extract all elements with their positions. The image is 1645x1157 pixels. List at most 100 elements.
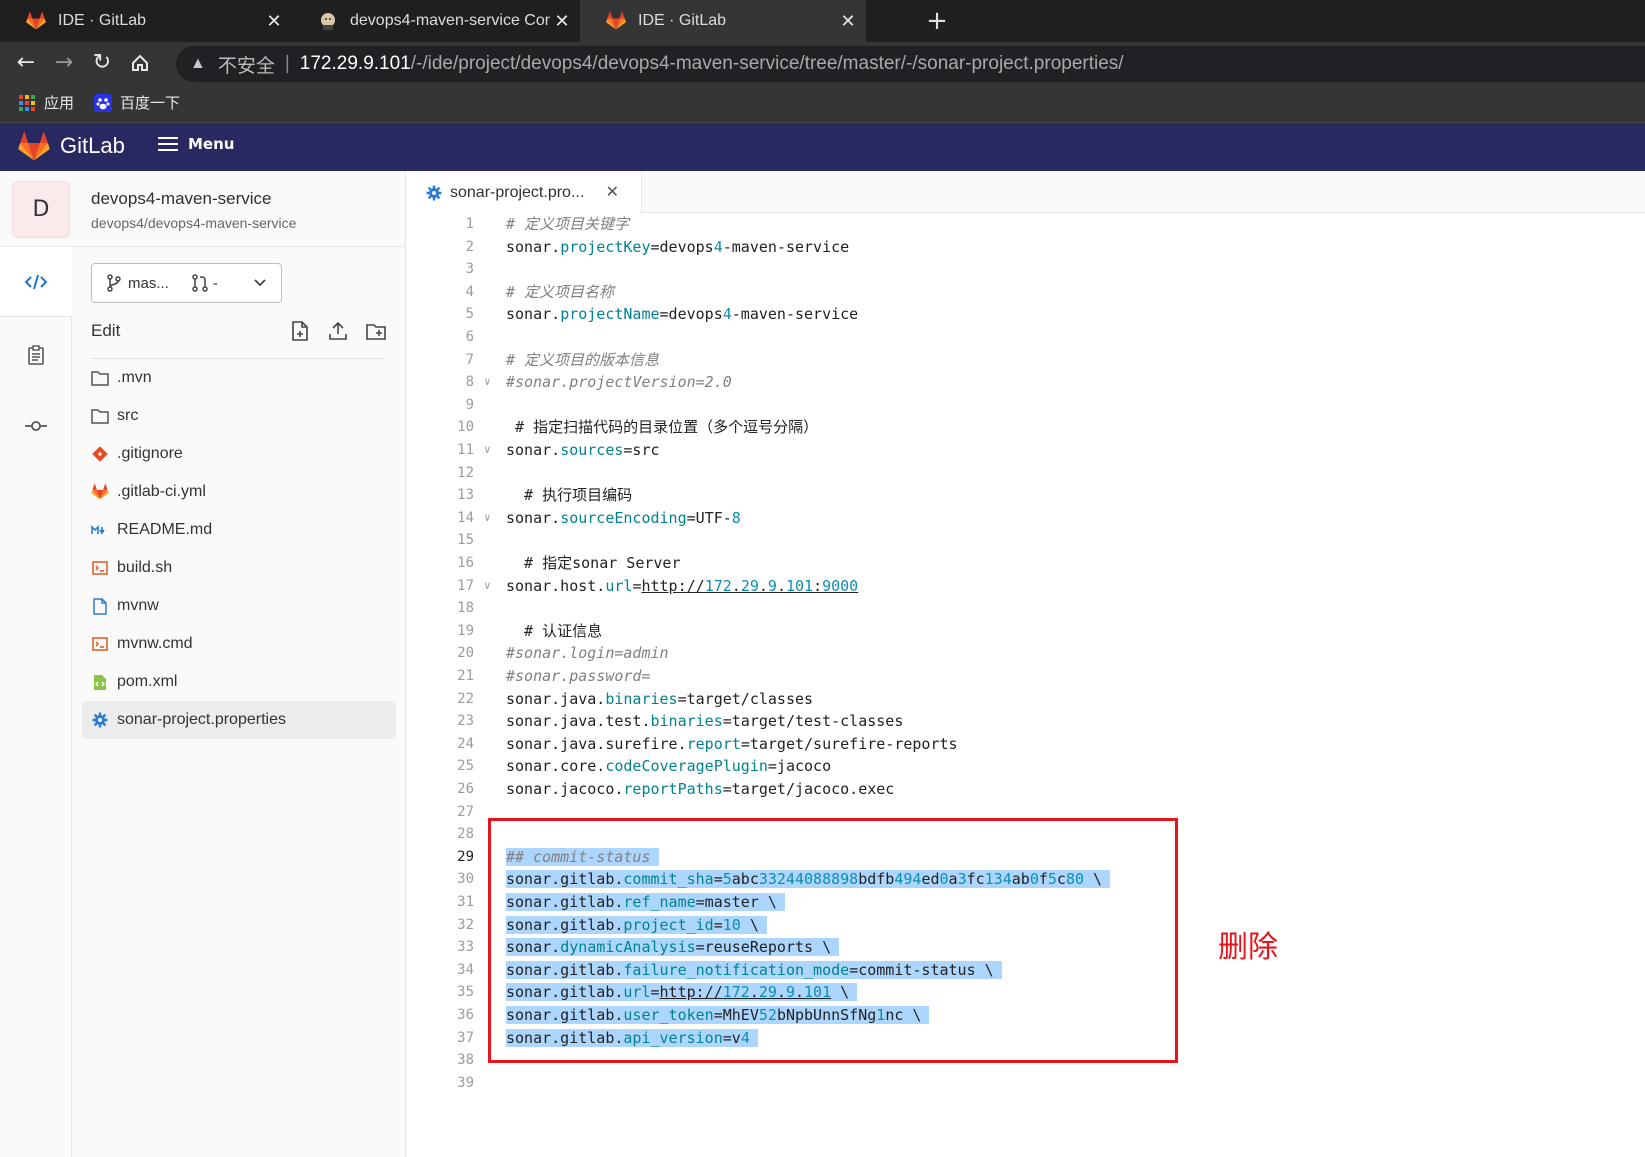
bookmarks-bar: 应用 百度一下 <box>0 84 1645 123</box>
upload-icon[interactable] <box>327 320 349 342</box>
terminal-icon <box>91 559 109 577</box>
file-item-gitignore[interactable]: .gitignore <box>82 435 396 473</box>
review-clipboard-icon[interactable] <box>22 341 50 369</box>
code-line: 26 sonar.jacoco.reportPaths=target/jacoco… <box>457 780 895 798</box>
folder-icon <box>91 369 109 387</box>
gear-icon <box>91 711 109 729</box>
code-line: 22 sonar.java.binaries=target/classes <box>457 689 814 708</box>
file-name: pom.xml <box>117 673 178 690</box>
browser-tab-ide-gitlab-active[interactable]: IDE · GitLab ✕ <box>580 0 866 42</box>
file-item-pom[interactable]: pom.xml <box>82 663 396 701</box>
back-arrow-icon[interactable]: ← <box>12 49 40 77</box>
code-line: 8 ∨ #sonar.projectVersion=2.0 <box>406 371 1645 394</box>
delete-highlight-box <box>488 818 1178 1063</box>
fold-chevron-icon[interactable]: ∨ <box>484 506 491 529</box>
fold-chevron-icon[interactable]: ∨ <box>484 370 491 393</box>
tab-close-icon[interactable]: ✕ <box>836 11 860 32</box>
code-line: 19 # 认证信息 <box>457 621 603 640</box>
project-path: devops4/devops4-maven-service <box>91 215 297 231</box>
file-item-gitlab-ci[interactable]: .gitlab-ci.yml <box>82 473 396 511</box>
hamburger-icon <box>158 137 178 151</box>
jenkins-favicon-icon <box>321 13 335 30</box>
code-edit-icon[interactable] <box>22 268 50 296</box>
file-name: README.md <box>117 521 213 538</box>
delete-annotation: 删除 <box>1218 930 1278 965</box>
editor-tab-title: sonar-project.pro... <box>450 183 585 201</box>
commit-icon[interactable] <box>22 412 50 440</box>
address-host: 172.29.9.101 <box>299 53 411 74</box>
code-line: 3 <box>465 261 474 278</box>
git-icon <box>91 445 109 463</box>
editor-tab-sonar-properties[interactable]: sonar-project.pro... ✕ <box>406 171 642 214</box>
file-name: mvnw <box>117 597 159 614</box>
branch-selector[interactable]: mas... - <box>91 263 282 303</box>
warning-triangle-icon: ▲ <box>190 55 206 72</box>
bookmark-label: 应用 <box>44 94 75 112</box>
code-line: 25 sonar.core.codeCoveragePlugin=jacoco <box>457 757 832 776</box>
chevron-down-icon <box>254 279 266 287</box>
bookmark-baidu[interactable]: 百度一下 <box>94 92 180 113</box>
gitlab-favicon-icon <box>26 11 46 30</box>
file-item-build-sh[interactable]: build.sh <box>82 549 396 587</box>
address-bar[interactable]: ▲ 不安全 | 172.29.9.101/-/ide/project/devop… <box>176 46 1645 82</box>
file-tree-panel: mas... - Edit .mvn src .gitignore .gitla… <box>72 247 406 1157</box>
browser-toolbar: ← → ↻ ▲ 不安全 | 172.29.9.101/-/ide/project… <box>0 42 1645 84</box>
file-item-mvnw[interactable]: mvnw <box>82 587 396 625</box>
new-tab-plus-icon[interactable]: + <box>922 6 952 36</box>
code-line: 9 <box>465 396 474 413</box>
code-line: 39 <box>457 1074 474 1091</box>
file-item-mvnw-cmd[interactable]: mvnw.cmd <box>82 625 396 663</box>
edit-label: Edit <box>91 321 121 340</box>
browser-tab-strip: IDE · GitLab ✕ devops4-maven-service Con… <box>0 0 1645 42</box>
browser-tab-title: devops4-maven-service Config <box>350 12 550 29</box>
new-file-icon[interactable] <box>289 320 311 342</box>
browser-tab-ide-gitlab-1[interactable]: IDE · GitLab ✕ <box>0 0 292 42</box>
address-separator: | <box>284 53 290 74</box>
project-name[interactable]: devops4-maven-service <box>91 189 271 209</box>
fold-chevron-icon[interactable]: ∨ <box>484 574 491 597</box>
file-item-sonar-properties[interactable]: sonar-project.properties <box>82 701 396 739</box>
fold-chevron-icon[interactable]: ∨ <box>484 438 491 461</box>
code-line: 15 <box>457 532 474 549</box>
gitlab-favicon-icon <box>606 11 626 30</box>
home-icon[interactable] <box>126 49 154 77</box>
merge-request-value: - <box>212 274 218 292</box>
file-item-mvn[interactable]: .mvn <box>82 359 396 397</box>
merge-request-icon <box>192 274 208 292</box>
browser-tab-title: IDE · GitLab <box>638 12 727 29</box>
tab-close-icon[interactable]: ✕ <box>262 11 286 32</box>
file-item-readme[interactable]: README.md <box>82 511 396 549</box>
file-name: .gitignore <box>117 445 183 462</box>
bookmark-apps[interactable]: 应用 <box>18 92 74 113</box>
file-item-src[interactable]: src <box>82 397 396 435</box>
file-name: .mvn <box>117 369 152 386</box>
project-avatar[interactable]: D <box>12 181 70 238</box>
terminal-icon <box>91 635 109 653</box>
reload-icon[interactable]: ↻ <box>88 49 116 77</box>
main-menu-button[interactable]: Menu <box>158 135 234 153</box>
new-folder-icon[interactable] <box>365 320 387 342</box>
apps-grid-icon <box>19 94 35 111</box>
folder-icon <box>91 407 109 425</box>
tab-close-icon[interactable]: ✕ <box>550 11 574 32</box>
gitlab-icon <box>91 483 109 501</box>
file-name: build.sh <box>117 559 173 576</box>
gitlab-top-bar: GitLab Menu <box>0 123 1645 171</box>
file-name: mvnw.cmd <box>117 635 193 652</box>
file-name: sonar-project.properties <box>117 711 286 728</box>
menu-label: Menu <box>188 135 235 153</box>
gitlab-logo-icon[interactable] <box>18 132 50 162</box>
file-list: .mvn src .gitignore .gitlab-ci.yml READM… <box>82 359 396 739</box>
gitlab-brand[interactable]: GitLab <box>60 133 125 159</box>
file-icon <box>91 597 109 615</box>
branch-name: mas... <box>128 274 169 292</box>
close-icon[interactable]: ✕ <box>606 182 619 202</box>
code-line: 13 # 执行项目编码 <box>457 486 633 505</box>
code-line: 11 ∨ sonar.sources=src <box>406 439 1645 462</box>
forward-arrow-icon[interactable]: → <box>50 49 78 77</box>
file-name: src <box>117 407 139 424</box>
branch-icon <box>107 274 121 292</box>
gear-icon <box>426 185 442 200</box>
browser-tab-jenkins[interactable]: devops4-maven-service Config ✕ <box>292 0 580 42</box>
code-line: 17 ∨ sonar.host.url=http://172.29.9.101:90… <box>406 575 1645 598</box>
